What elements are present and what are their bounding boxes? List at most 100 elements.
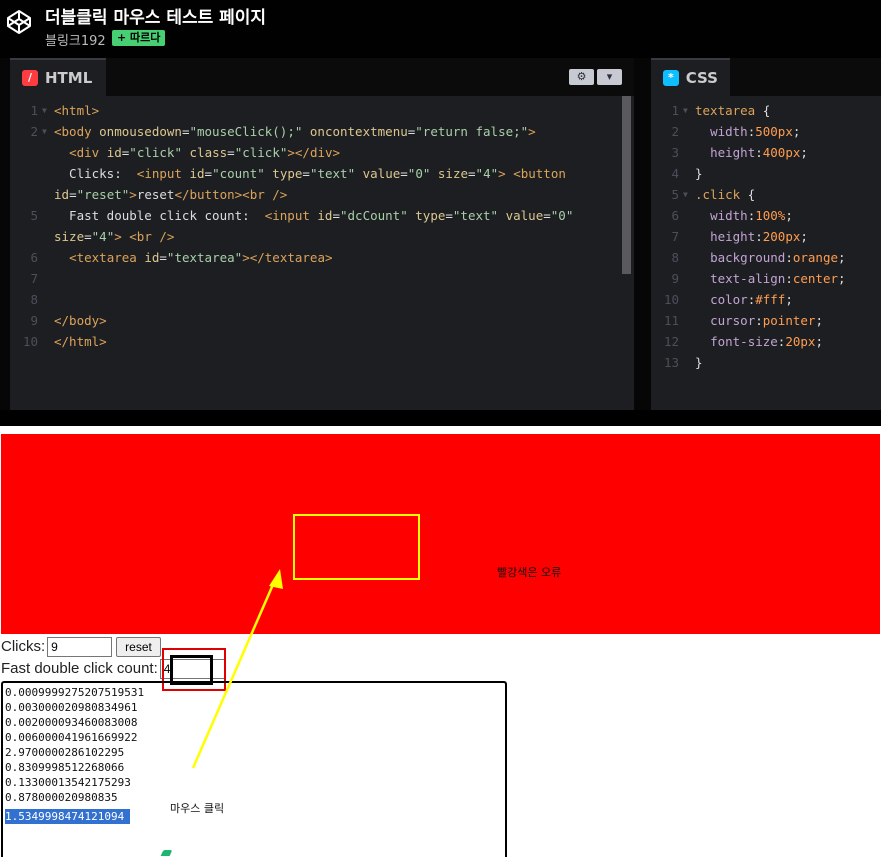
timing-textarea[interactable]: 0.0009999275207519531 0.00300002098083496… <box>1 681 507 857</box>
code-line[interactable]: 8 background:orange; <box>651 247 881 268</box>
settings-button[interactable]: ⚙ <box>569 69 594 85</box>
token-tag: <br /> <box>129 229 175 244</box>
code-text: </body> <box>54 310 107 331</box>
code-line[interactable]: 1 ▼ <html> <box>10 100 634 121</box>
code-text: height:400px; <box>695 142 808 163</box>
css-editor-pane[interactable]: * CSS 1 ▼ textarea {2 width:500px; 3 height… <box>651 58 881 410</box>
code-line[interactable]: 5 Fast double click count: <input id="dc… <box>10 205 634 226</box>
code-text: width:500px; <box>695 121 800 142</box>
code-line[interactable]: 7 height:200px; <box>651 226 881 247</box>
fold-arrow-icon[interactable]: ▼ <box>683 184 688 205</box>
code-line[interactable]: 7 <box>10 268 634 289</box>
html-editor-pane[interactable]: / HTML ⚙ ▾ 1 ▼ <html> 2 ▼ <body onmousedown="… <box>10 58 634 410</box>
token-tag: <div <box>69 145 107 160</box>
tab-html[interactable]: / HTML <box>10 58 106 96</box>
code-line[interactable]: 2 ▼ <body onmousedown="mouseClick();" onco… <box>10 121 634 142</box>
code-line[interactable]: 13} <box>651 352 881 373</box>
token-tag: > <box>114 229 122 244</box>
token-punc <box>54 145 69 160</box>
token-punc <box>302 124 310 139</box>
code-line[interactable]: 6 <textarea id="textarea"></textarea> <box>10 247 634 268</box>
token-str: "count" <box>212 166 265 181</box>
token-prop: height <box>710 229 756 244</box>
code-text: textarea { <box>695 100 770 121</box>
token-val: orange <box>792 250 839 265</box>
token-punc: ; <box>785 208 793 223</box>
code-line[interactable]: 10 color:#fff; <box>651 289 881 310</box>
log-line: 0.8309998512268066 <box>5 761 125 774</box>
fold-arrow-icon[interactable]: ▼ <box>42 121 47 142</box>
code-line[interactable]: 8 <box>10 289 634 310</box>
code-line[interactable]: Clicks: <input id="count" type="text" va… <box>10 163 634 184</box>
code-line[interactable]: id="reset">reset</button><br /> <box>10 184 634 205</box>
token-punc: } <box>695 166 703 181</box>
code-line[interactable]: 2 width:500px; <box>651 121 881 142</box>
pen-title[interactable]: 더블클릭 마우스 테스트 페이지 <box>45 3 266 28</box>
fold-arrow-icon[interactable]: ▼ <box>42 100 47 121</box>
author-name[interactable]: 블링크192 <box>45 30 106 49</box>
double-click-label: Fast double click count: <box>1 660 158 677</box>
token-val: #fff <box>755 292 786 307</box>
token-attr: id <box>144 250 160 265</box>
code-line[interactable]: 9 text-align:center; <box>651 268 881 289</box>
codepen-logo-icon[interactable] <box>6 9 32 35</box>
code-line[interactable]: 10 </html> <box>10 331 634 352</box>
tab-html-label: HTML <box>45 69 93 87</box>
token-punc <box>695 313 710 328</box>
error-note: 빨강색은 오류 <box>497 566 562 579</box>
log-line: 0.006000041961669922 <box>5 731 138 744</box>
token-val: 500px <box>755 124 793 139</box>
token-prop: width <box>710 124 748 139</box>
token-punc: = <box>69 187 77 202</box>
token-str: "reset" <box>76 187 130 202</box>
gear-icon: ⚙ <box>576 70 587 83</box>
token-str: "4" <box>91 229 115 244</box>
html-editor-scrollbar[interactable] <box>622 96 631 274</box>
token-prop: background <box>710 250 786 265</box>
resize-divider[interactable] <box>0 410 881 426</box>
editor-area: / HTML ⚙ ▾ 1 ▼ <html> 2 ▼ <body onmousedown="… <box>0 58 881 410</box>
html-code-editor[interactable]: 1 ▼ <html> 2 ▼ <body onmousedown="mouseClick(… <box>10 96 634 410</box>
token-punc <box>695 334 710 349</box>
code-line[interactable]: 4} <box>651 163 881 184</box>
tab-css[interactable]: * CSS <box>651 58 730 96</box>
log-line: 1.5349998474121094 <box>5 809 131 824</box>
reset-button[interactable]: reset <box>116 636 161 657</box>
html-pane-tools: ⚙ ▾ <box>569 69 622 85</box>
clicks-input[interactable] <box>47 636 113 657</box>
css-code-editor[interactable]: 1 ▼ textarea {2 width:500px; 3 height:400px… <box>651 96 881 410</box>
token-punc: = <box>227 145 235 160</box>
code-line[interactable]: 6 width:100%; <box>651 205 881 226</box>
follow-button[interactable]: + 따르다 <box>112 30 166 46</box>
code-line[interactable]: 12 font-size:20px; <box>651 331 881 352</box>
code-text: font-size:20px; <box>695 331 823 352</box>
token-tag: > <box>129 187 137 202</box>
codepen-header: 더블클릭 마우스 테스트 페이지 블링크192 + 따르다 <box>0 0 881 58</box>
code-line[interactable]: 11 cursor:pointer; <box>651 310 881 331</box>
line-number: 10 <box>22 334 38 349</box>
token-punc: = <box>332 208 340 223</box>
token-val: 100% <box>755 208 786 223</box>
code-line[interactable]: 5 ▼ .click { <box>651 184 881 205</box>
line-number: 11 <box>663 313 679 328</box>
collapse-button[interactable]: ▾ <box>597 69 622 85</box>
log-line: 2.9700000286102295 <box>5 746 125 759</box>
token-tag: <textarea <box>69 250 145 265</box>
token-attr: size <box>437 166 469 181</box>
token-prop: cursor <box>710 313 756 328</box>
click-area[interactable]: 빨강색은 오류 <box>1 434 880 634</box>
token-punc <box>430 166 438 181</box>
code-line[interactable]: 3 height:400px; <box>651 142 881 163</box>
code-line[interactable]: <div id="click" class="click"></div> <box>10 142 634 163</box>
code-line[interactable]: 9 </body> <box>10 310 634 331</box>
token-punc <box>498 208 506 223</box>
token-punc: : <box>755 313 763 328</box>
log-line: 0.003000020980834961 <box>5 701 138 714</box>
token-punc: ; <box>815 334 823 349</box>
token-prop: font-size <box>710 334 778 349</box>
log-line: 0.0009999275207519531 <box>5 686 145 699</box>
code-line[interactable]: size="4"> <br /> <box>10 226 634 247</box>
fold-arrow-icon[interactable]: ▼ <box>683 100 688 121</box>
code-line[interactable]: 1 ▼ textarea { <box>651 100 881 121</box>
code-text: Fast double click count: <input id="dcCo… <box>54 205 573 226</box>
